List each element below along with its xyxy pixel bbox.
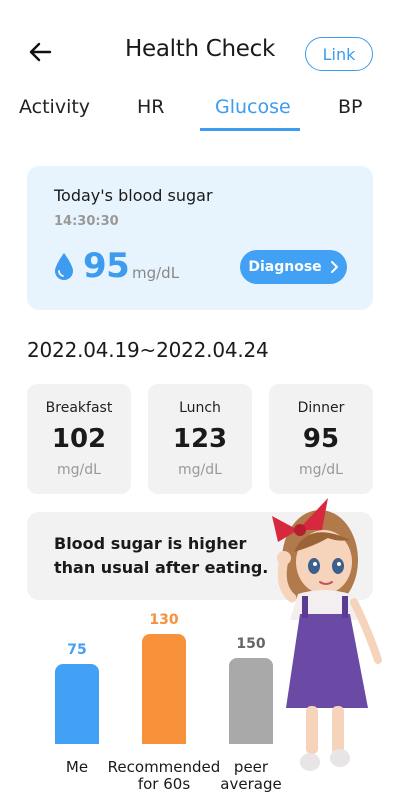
meal-unit: mg/dL xyxy=(299,462,343,478)
diagnose-label: Diagnose xyxy=(248,259,322,275)
date-range: 2022.04.19~2022.04.24 xyxy=(27,338,269,362)
tab-activity[interactable]: Activity xyxy=(19,96,90,118)
meal-value: 123 xyxy=(172,424,228,454)
blood-drop-icon xyxy=(55,253,73,280)
avatar-character xyxy=(272,498,382,771)
today-value: 95 xyxy=(83,246,130,286)
meal-card-lunch: Lunch 123 mg/dL xyxy=(148,384,252,494)
header: Health Check Link xyxy=(0,0,400,100)
meal-label: Dinner xyxy=(297,400,345,416)
comparison-bar-value: 75 xyxy=(67,642,87,658)
meal-label: Lunch xyxy=(179,400,221,416)
meal-value: 95 xyxy=(302,424,340,454)
diagnose-button[interactable]: Diagnose xyxy=(240,250,347,284)
today-blood-sugar-card: Today's blood sugar 14:30:30 95 mg/dL Di… xyxy=(27,166,373,310)
link-button[interactable]: Link xyxy=(305,37,373,71)
comparison-bar-label: Recommended for 60s xyxy=(107,758,221,793)
message-text: Blood sugar is higher than usual after e… xyxy=(54,534,269,577)
meal-unit: mg/dL xyxy=(178,462,222,478)
today-unit: mg/dL xyxy=(132,264,180,282)
today-time: 14:30:30 xyxy=(54,214,119,229)
today-title: Today's blood sugar xyxy=(54,186,213,205)
tab-glucose[interactable]: Glucose xyxy=(215,96,291,118)
meal-unit: mg/dL xyxy=(57,462,101,478)
meal-label: Breakfast xyxy=(45,400,113,416)
comparison-bar xyxy=(55,664,99,744)
tab-bar: Activity HR Glucose BP xyxy=(0,88,400,136)
comparison-bar xyxy=(142,634,186,744)
meal-card-breakfast: Breakfast 102 mg/dL xyxy=(27,384,131,494)
chevron-right-icon xyxy=(330,261,338,273)
meal-card-dinner: Dinner 95 mg/dL xyxy=(269,384,373,494)
tab-bp[interactable]: BP xyxy=(338,96,363,118)
comparison-bar-value: 130 xyxy=(149,612,179,628)
meal-value: 102 xyxy=(51,424,107,454)
tab-hr[interactable]: HR xyxy=(137,96,165,118)
active-tab-indicator xyxy=(200,128,300,131)
